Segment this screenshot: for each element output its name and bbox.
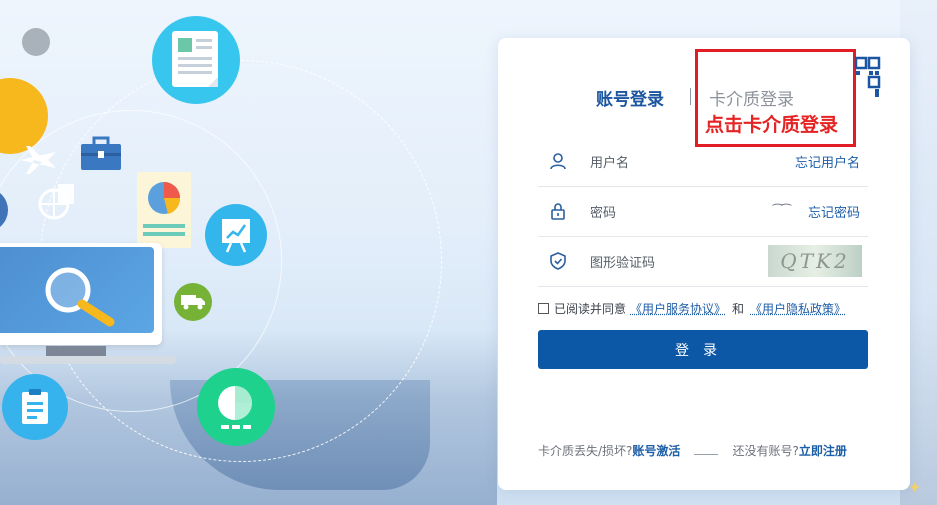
service-agreement-link[interactable]: 《用户服务协议》: [630, 300, 726, 317]
agree-text: 已阅读并同意: [554, 302, 627, 316]
username-field[interactable]: 用户名 忘记用户名: [538, 136, 868, 187]
global-search-icon: [36, 182, 82, 232]
truck-icon: [174, 283, 212, 321]
magnifier-icon: [40, 262, 120, 332]
clipboard-icon: [2, 374, 68, 440]
footer-row: 卡介质丢失/损坏? 账号激活 还没有账号? 立即注册: [538, 442, 868, 459]
agree-and: 和: [732, 302, 745, 316]
sparkle-icon: ✦: [908, 478, 922, 497]
captcha-field[interactable]: 图形验证码 QTK2: [538, 236, 868, 287]
forgot-username-link[interactable]: 忘记用户名: [795, 152, 860, 171]
footer-separator: [694, 454, 719, 455]
lost-card-text: 卡介质丢失/损坏?: [538, 444, 633, 458]
password-field[interactable]: 密码 ⁀⁀ 忘记密码: [538, 186, 868, 237]
pie-chart-icon: [197, 368, 275, 446]
username-placeholder: 用户名: [590, 155, 630, 171]
forgot-password-link[interactable]: 忘记密码: [808, 202, 860, 221]
highlight-box: [695, 49, 856, 147]
qr-code-icon[interactable]: [836, 56, 882, 100]
user-icon: [548, 151, 568, 171]
captcha-image[interactable]: QTK2: [768, 245, 862, 277]
login-card: 账号登录 卡介质登录 点击卡介质登录 用户名 忘记用户名 密码 ⁀⁀ 忘记密码: [498, 38, 910, 490]
activate-account-link[interactable]: 账号激活: [632, 442, 680, 459]
airplane-icon: [18, 140, 58, 184]
password-placeholder: 密码: [590, 205, 617, 221]
briefcase-icon: [80, 136, 122, 176]
privacy-policy-link[interactable]: 《用户隐私政策》: [750, 300, 846, 317]
tab-account-login[interactable]: 账号登录: [596, 85, 664, 110]
captcha-placeholder: 图形验证码: [590, 255, 656, 271]
monitor-stand: [46, 346, 106, 356]
eye-closed-icon[interactable]: ⁀⁀: [773, 204, 791, 218]
gray-dot-icon: [22, 28, 50, 56]
login-button[interactable]: 登录: [538, 330, 868, 369]
presentation-chart-icon: [205, 204, 267, 266]
shield-icon: [548, 251, 568, 271]
report-pie-icon: [135, 170, 193, 254]
monitor-foot: [0, 356, 176, 364]
no-account-text: 还没有账号?: [732, 444, 799, 458]
agree-checkbox[interactable]: [538, 303, 549, 314]
register-link[interactable]: 立即注册: [799, 442, 847, 459]
agreement-row: 已阅读并同意 《用户服务协议》 和 《用户隐私政策》: [538, 300, 846, 317]
lock-icon: [548, 201, 568, 221]
document-icon: [152, 16, 240, 104]
tab-divider: [690, 88, 691, 105]
